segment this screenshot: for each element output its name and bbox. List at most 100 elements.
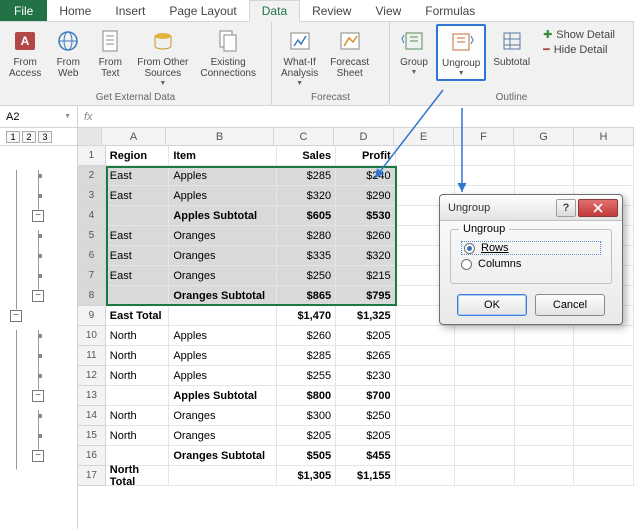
- row-header[interactable]: 9: [78, 306, 106, 326]
- cell[interactable]: $205: [277, 426, 337, 446]
- cell[interactable]: [396, 426, 456, 446]
- cell[interactable]: [455, 166, 515, 186]
- cell[interactable]: Profit: [336, 146, 396, 166]
- cell[interactable]: [455, 326, 515, 346]
- select-all-corner[interactable]: [78, 128, 102, 145]
- cell[interactable]: $320: [336, 246, 396, 266]
- tab-review[interactable]: Review: [300, 0, 363, 21]
- tab-view[interactable]: View: [363, 0, 413, 21]
- cell[interactable]: [574, 446, 634, 466]
- tab-home[interactable]: Home: [47, 0, 103, 21]
- cell[interactable]: [396, 346, 456, 366]
- cell[interactable]: $240: [336, 166, 396, 186]
- cell[interactable]: $505: [277, 446, 337, 466]
- cell[interactable]: $335: [277, 246, 337, 266]
- cell[interactable]: [396, 166, 456, 186]
- cell[interactable]: $320: [277, 186, 337, 206]
- row-header[interactable]: 13: [78, 386, 106, 406]
- cell[interactable]: [396, 386, 456, 406]
- outline-level-2[interactable]: 2: [22, 131, 36, 143]
- whatif-analysis-button[interactable]: What-IfAnalysis ▼: [276, 24, 323, 90]
- cell[interactable]: [455, 386, 515, 406]
- cell[interactable]: Sales: [277, 146, 337, 166]
- cell[interactable]: [169, 306, 276, 326]
- fx-icon[interactable]: fx: [84, 111, 93, 123]
- row-header[interactable]: 10: [78, 326, 106, 346]
- row-header[interactable]: 1: [78, 146, 106, 166]
- cell[interactable]: [169, 466, 276, 486]
- cell[interactable]: [106, 286, 170, 306]
- cell[interactable]: [396, 326, 456, 346]
- col-header-C[interactable]: C: [274, 128, 334, 145]
- cell[interactable]: $455: [336, 446, 396, 466]
- cell[interactable]: [574, 406, 634, 426]
- cell[interactable]: [515, 146, 575, 166]
- cell[interactable]: [574, 386, 634, 406]
- row-header[interactable]: 5: [78, 226, 106, 246]
- cell[interactable]: [396, 406, 456, 426]
- col-header-D[interactable]: D: [334, 128, 394, 145]
- cell[interactable]: North: [106, 366, 170, 386]
- outline-collapse-button[interactable]: −: [32, 290, 44, 302]
- tab-data[interactable]: Data: [249, 0, 300, 22]
- row-header[interactable]: 3: [78, 186, 106, 206]
- cell[interactable]: $255: [277, 366, 337, 386]
- cell[interactable]: $250: [336, 406, 396, 426]
- cell[interactable]: [396, 146, 456, 166]
- cell[interactable]: Apples: [169, 346, 276, 366]
- cell[interactable]: Apples Subtotal: [169, 386, 276, 406]
- cell[interactable]: [396, 466, 456, 486]
- cell[interactable]: Oranges: [169, 266, 276, 286]
- col-header-F[interactable]: F: [454, 128, 514, 145]
- col-header-H[interactable]: H: [574, 128, 634, 145]
- row-header[interactable]: 7: [78, 266, 106, 286]
- row-header[interactable]: 15: [78, 426, 106, 446]
- cell[interactable]: [455, 446, 515, 466]
- cell[interactable]: Oranges: [169, 406, 276, 426]
- cell[interactable]: $1,325: [336, 306, 396, 326]
- cell[interactable]: North: [106, 406, 170, 426]
- cell[interactable]: [515, 346, 575, 366]
- cell[interactable]: $800: [277, 386, 337, 406]
- cell[interactable]: Apples: [169, 186, 276, 206]
- cell[interactable]: Region: [106, 146, 170, 166]
- cell[interactable]: $700: [336, 386, 396, 406]
- cell[interactable]: [515, 386, 575, 406]
- cell[interactable]: North Total: [106, 466, 170, 486]
- row-header[interactable]: 14: [78, 406, 106, 426]
- outline-level-3[interactable]: 3: [38, 131, 52, 143]
- cell[interactable]: [574, 166, 634, 186]
- cell[interactable]: [515, 426, 575, 446]
- col-header-E[interactable]: E: [394, 128, 454, 145]
- cell[interactable]: East: [106, 266, 170, 286]
- cell[interactable]: $280: [277, 226, 337, 246]
- cell[interactable]: East Total: [106, 306, 170, 326]
- cell[interactable]: $260: [277, 326, 337, 346]
- cell[interactable]: [455, 346, 515, 366]
- cell[interactable]: East: [106, 166, 170, 186]
- cell[interactable]: [574, 346, 634, 366]
- cell[interactable]: $215: [336, 266, 396, 286]
- dialog-close-button[interactable]: [578, 199, 618, 217]
- outline-collapse-button[interactable]: −: [10, 310, 22, 322]
- cell[interactable]: [515, 326, 575, 346]
- cell[interactable]: Oranges: [169, 426, 276, 446]
- cell[interactable]: $1,305: [277, 466, 337, 486]
- outline-level-1[interactable]: 1: [6, 131, 20, 143]
- ungroup-button[interactable]: Ungroup ▼: [436, 24, 486, 81]
- cell[interactable]: [455, 426, 515, 446]
- cell[interactable]: East: [106, 246, 170, 266]
- cell[interactable]: $285: [277, 346, 337, 366]
- cell[interactable]: [455, 406, 515, 426]
- outline-collapse-button[interactable]: −: [32, 210, 44, 222]
- cell[interactable]: $285: [277, 166, 337, 186]
- cell[interactable]: East: [106, 186, 170, 206]
- cell[interactable]: East: [106, 226, 170, 246]
- row-header[interactable]: 16: [78, 446, 106, 466]
- cell[interactable]: $300: [277, 406, 337, 426]
- cell[interactable]: [455, 146, 515, 166]
- cell[interactable]: Oranges Subtotal: [169, 446, 276, 466]
- cell[interactable]: North: [106, 426, 170, 446]
- cell[interactable]: $865: [277, 286, 337, 306]
- subtotal-button[interactable]: Subtotal: [488, 24, 535, 71]
